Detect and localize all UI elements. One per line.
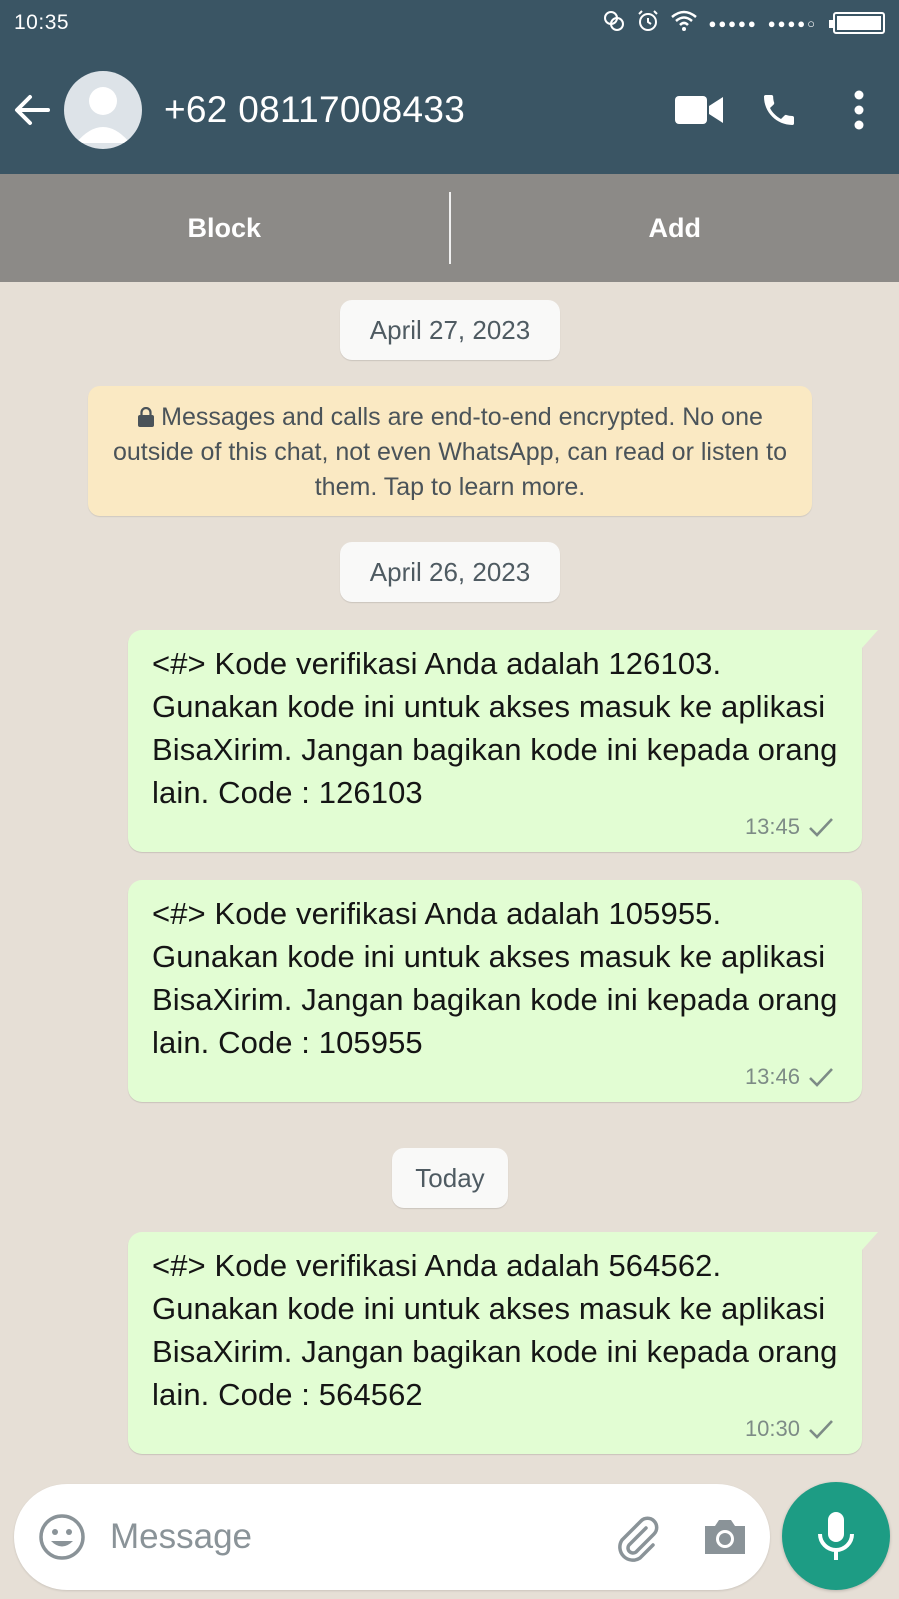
chat-header: +62 08117008433 [0,46,899,174]
message-bubble[interactable]: <#> Kode verifikasi Anda adalah 105955. … [128,880,862,1102]
message-text: <#> Kode verifikasi Anda adalah 564562. … [152,1248,838,1412]
emoji-icon [39,1514,85,1560]
avatar[interactable] [64,71,142,149]
video-call-button[interactable] [659,46,739,174]
signal-strength-2: ●●●●○ [767,15,817,31]
chat-area[interactable]: April 27, 2023 Messages and calls are en… [0,282,899,1477]
emoji-button[interactable] [14,1512,110,1562]
date-separator: April 26, 2023 [340,542,560,602]
message-time: 10:30 [744,1416,800,1441]
phone-icon [764,95,794,125]
message-text: <#> Kode verifikasi Anda adalah 126103. … [152,646,838,810]
encryption-text: Messages and calls are end-to-end encryp… [113,403,787,501]
signal-strength-1: ●●●●● [708,15,758,31]
message-input[interactable] [110,1517,590,1557]
alarm-icon [636,9,660,38]
voice-record-button[interactable] [782,1482,890,1590]
paperclip-icon [618,1516,659,1562]
video-call-icon [675,96,723,124]
camera-icon [705,1520,745,1554]
back-arrow-icon [15,95,50,125]
single-check-icon [809,818,833,837]
more-vert-icon [854,90,864,130]
unknown-contact-bar: Block Add [0,174,899,282]
message-meta: 13:45 [745,814,834,840]
status-icons: ●●●●● ●●●●○ [602,9,885,38]
lock-icon [138,406,155,427]
message-meta: 13:46 [745,1064,834,1090]
single-check-icon [809,1068,833,1087]
message-bubble[interactable]: <#> Kode verifikasi Anda adalah 126103. … [128,630,878,852]
date-separator: April 27, 2023 [340,300,560,360]
voice-call-button[interactable] [739,46,819,174]
message-bubble[interactable]: <#> Kode verifikasi Anda adalah 564562. … [128,1232,878,1454]
sync-icon [602,9,626,38]
contact-name[interactable]: +62 08117008433 [164,89,659,131]
wifi-icon [670,10,698,37]
message-text: <#> Kode verifikasi Anda adalah 105955. … [152,896,838,1060]
message-time: 13:45 [744,814,800,839]
date-separator: Today [392,1148,508,1208]
status-bar: 10:35 ●●●●● ●●●●○ [0,0,899,46]
block-button[interactable]: Block [0,213,449,244]
camera-button[interactable] [680,1516,770,1558]
more-options-button[interactable] [819,46,899,174]
microphone-icon [818,1512,854,1560]
battery-icon [829,12,885,34]
back-button[interactable] [0,46,64,174]
attach-button[interactable] [590,1512,680,1562]
add-contact-button[interactable]: Add [451,213,899,244]
message-time: 13:46 [744,1064,800,1089]
status-time: 10:35 [14,11,70,34]
encryption-notice[interactable]: Messages and calls are end-to-end encryp… [88,386,812,516]
message-composer [14,1484,770,1590]
message-meta: 10:30 [745,1416,834,1442]
single-check-icon [809,1420,833,1439]
person-icon [76,87,130,143]
